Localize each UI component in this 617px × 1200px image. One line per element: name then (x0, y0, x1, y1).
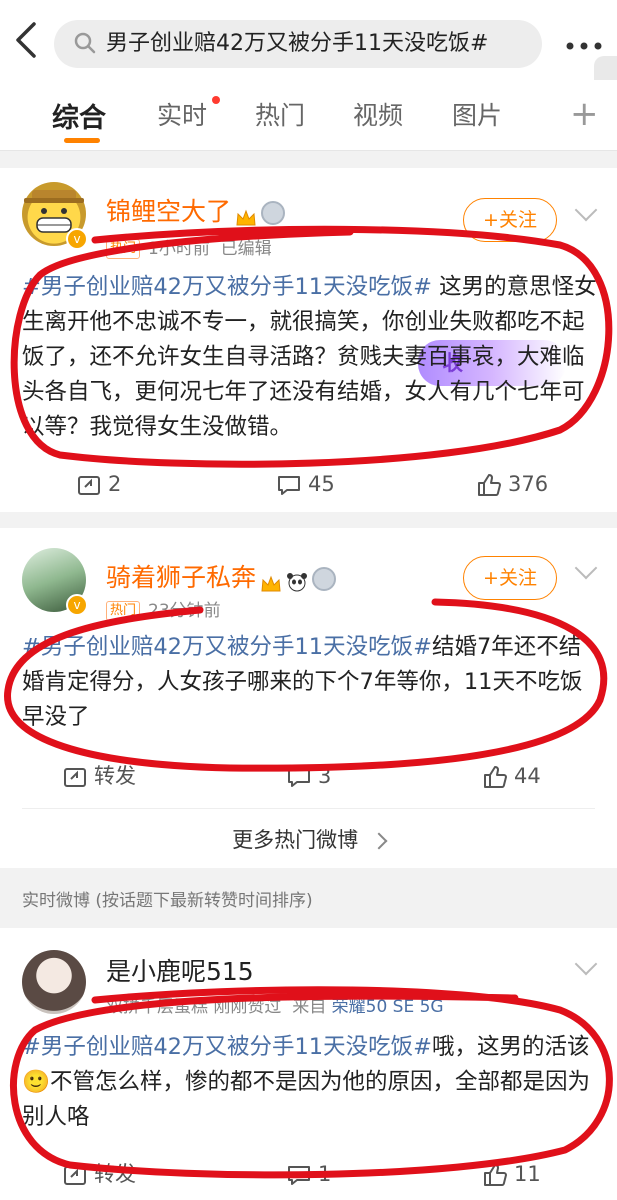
like-button[interactable]: 376 (476, 464, 548, 504)
post-content[interactable]: #男子创业赔42万又被分手11天没吃饭#哦，这男的活该 🙂不管怎么样，惨的都不是因… (22, 1030, 602, 1135)
post-time: 1小时前 (148, 239, 210, 259)
comment-button[interactable]: 45 (276, 464, 335, 504)
comment-button[interactable]: 3 (286, 756, 331, 796)
edited-label: 已编辑 (220, 239, 272, 259)
repost-button[interactable]: 转发 (62, 1154, 136, 1194)
post-card-3[interactable]: 是小鹿呢515 双拼千层蛋糕 刚刚赞过 来自 荣耀50 SE 5G #男子创业赔… (0, 928, 617, 1200)
thumbs-up-icon (484, 766, 507, 788)
username[interactable]: 是小鹿呢515 (106, 952, 254, 988)
crown-icon (260, 570, 282, 592)
chevron-down-icon[interactable] (574, 198, 598, 222)
repost-label: 转发 (94, 1162, 136, 1186)
username[interactable]: 锦鲤空大了 (106, 192, 286, 228)
search-icon (74, 32, 96, 54)
hot-badge: 热门 (106, 601, 141, 621)
medal-icon (261, 201, 286, 225)
follow-button[interactable]: +关注 (463, 198, 557, 242)
post-card-2[interactable]: v 骑着狮子私奔 热门 23分钟前 +关注 #男子创业赔42万又被分手11天没吃饭… (0, 528, 617, 868)
topic-link[interactable]: #男子创业赔42万又被分手11天没吃饭# (22, 274, 432, 300)
repost-icon (64, 768, 86, 787)
tab-comprehensive[interactable]: 综合 (52, 96, 106, 135)
repost-count: 2 (108, 472, 122, 496)
verified-badge-icon: v (66, 228, 88, 250)
like-count: 44 (514, 764, 541, 788)
post-body-text-a: 哦，这男的活该 (431, 1034, 590, 1060)
thumbs-up-icon (478, 474, 501, 496)
repost-icon (64, 1166, 86, 1185)
search-box[interactable]: 男子创业赔42万又被分手11天没吃饭# (54, 20, 542, 68)
comment-count: 45 (308, 472, 335, 496)
panda-icon (286, 569, 308, 592)
like-button[interactable]: 44 (482, 756, 541, 796)
search-query-text[interactable]: 男子创业赔42万又被分手11天没吃饭# (106, 20, 536, 68)
comment-icon (278, 476, 300, 495)
post-meta: 双拼千层蛋糕 刚刚赞过 来自 荣耀50 SE 5G (106, 992, 444, 1017)
post-content[interactable]: #男子创业赔42万又被分手11天没吃饭#结婚7年还不结婚肯定得分，人女孩子哪来的… (22, 630, 602, 735)
new-dot-badge (212, 96, 220, 104)
action-bar: 2 45 376 (0, 464, 617, 504)
top-bar: 男子创业赔42万又被分手11天没吃饭# (0, 0, 617, 80)
realtime-section-label: 实时微博 (按话题下最新转赞时间排序) (22, 891, 313, 911)
post-meta: 热门 1小时前 已编辑 (106, 234, 272, 259)
action-bar: 转发 3 44 (0, 756, 617, 796)
comment-button[interactable]: 1 (286, 1154, 331, 1194)
like-meta-text: 双拼千层蛋糕 刚刚赞过 (106, 997, 282, 1017)
source-prefix: 来自 (292, 997, 327, 1017)
chevron-right-icon (370, 832, 388, 850)
back-arrow-icon[interactable] (8, 20, 44, 68)
comment-icon (288, 1166, 310, 1185)
more-hot-link[interactable]: 更多热门微博 (0, 824, 617, 854)
chevron-down-icon[interactable] (574, 952, 598, 976)
post-content[interactable]: #男子创业赔42万又被分手11天没吃饭# 这男的意思怪女生离开他不忠诚不专一，就… (22, 270, 602, 445)
topic-link[interactable]: #男子创业赔42万又被分手11天没吃饭# (22, 1034, 432, 1060)
thumbs-up-icon (484, 1164, 507, 1186)
repost-label: 转发 (94, 764, 136, 788)
tab-hot[interactable]: 热门 (255, 96, 305, 132)
repost-icon (78, 476, 100, 495)
username-text[interactable]: 骑着狮子私奔 (106, 563, 256, 592)
post-body-text-b: 不管怎么样，惨的都不是因为他的原因，全部都是因为别人咯 (22, 1069, 591, 1130)
username-text[interactable]: 锦鲤空大了 (106, 197, 231, 226)
topic-link[interactable]: #男子创业赔42万又被分手11天没吃饭# (22, 634, 432, 660)
divider (22, 808, 595, 809)
tab-bar: 综合 实时 热门 视频 图片 + (0, 80, 617, 151)
repost-button[interactable]: 转发 (62, 756, 136, 796)
verified-badge-icon: v (66, 594, 88, 616)
medal-icon (312, 567, 337, 591)
smile-emoji-icon: 🙂 (22, 1069, 51, 1095)
avatar[interactable] (22, 950, 86, 1014)
like-button[interactable]: 11 (482, 1154, 541, 1194)
tab-images[interactable]: 图片 (452, 96, 502, 132)
crown-icon (235, 204, 257, 226)
username[interactable]: 骑着狮子私奔 (106, 558, 337, 594)
post-time: 23分钟前 (148, 601, 221, 621)
post-card-1[interactable]: v 锦鲤空大了 热门 1小时前 已编辑 收 +关注 #男子创业赔42万又被分手11… (0, 168, 617, 512)
follow-button[interactable]: +关注 (463, 556, 557, 600)
hot-badge: 热门 (106, 239, 141, 259)
comment-icon (288, 768, 310, 787)
more-hot-text[interactable]: 更多热门微博 (232, 828, 358, 852)
source-device-link[interactable]: 荣耀50 SE 5G (332, 997, 444, 1017)
comment-count: 1 (318, 1162, 332, 1186)
active-tab-indicator (64, 138, 100, 143)
comment-count: 3 (318, 764, 332, 788)
tab-video[interactable]: 视频 (353, 96, 403, 132)
add-tab-icon[interactable]: + (570, 94, 599, 134)
repost-button[interactable]: 2 (76, 464, 121, 504)
post-meta: 热门 23分钟前 (106, 596, 221, 621)
like-count: 11 (514, 1162, 541, 1186)
action-bar: 转发 1 11 (0, 1154, 617, 1194)
tab-realtime[interactable]: 实时 (157, 96, 207, 132)
chevron-down-icon[interactable] (574, 556, 598, 580)
like-count: 376 (508, 472, 549, 496)
